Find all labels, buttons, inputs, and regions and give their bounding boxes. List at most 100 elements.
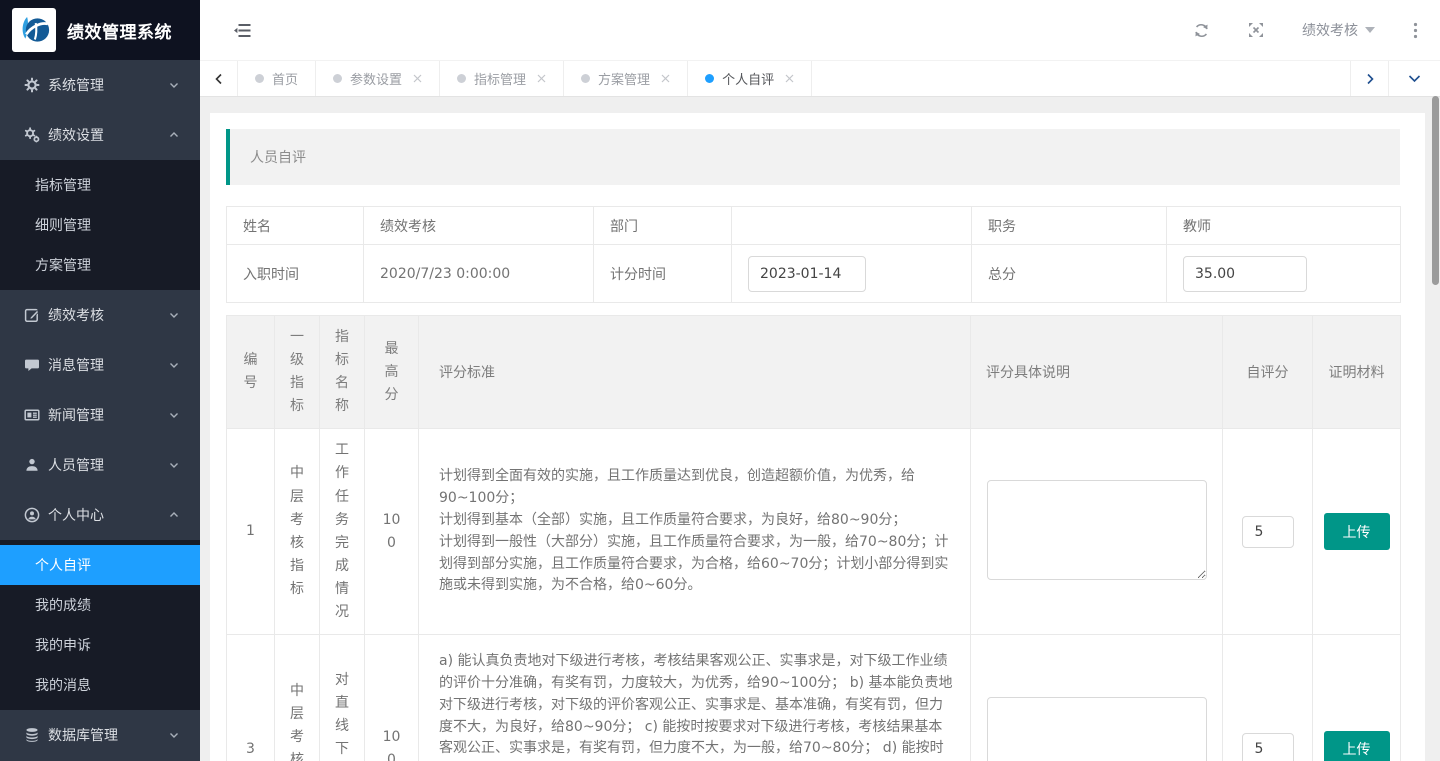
collapse-sidebar-icon[interactable] — [234, 23, 251, 38]
tab-self-evaluation[interactable]: 个人自评 — [688, 61, 812, 96]
user-circle-icon — [23, 507, 40, 524]
close-icon[interactable] — [785, 74, 794, 83]
total-score-label: 总分 — [972, 245, 1167, 303]
sidebar-item-indicator-mgmt[interactable]: 指标管理 — [0, 165, 200, 205]
table-row: 姓名 绩效考核 部门 职务 教师 — [227, 207, 1401, 245]
hire-date-label: 入职时间 — [227, 245, 364, 303]
row-level1: 中层考核指标 — [275, 635, 320, 761]
submenu-perf-settings: 指标管理 细则管理 方案管理 — [0, 160, 200, 290]
sidebar-item-perf-settings[interactable]: 绩效设置 — [0, 110, 200, 160]
gears-icon — [23, 127, 40, 144]
sidebar-item-label: 人员管理 — [48, 455, 168, 475]
sidebar-item-my-messages[interactable]: 我的消息 — [0, 665, 200, 705]
tab-dot-icon — [457, 74, 466, 83]
tabs-menu-icon[interactable] — [1388, 61, 1440, 96]
row-level1: 中层考核指标 — [275, 429, 320, 635]
sidebar-item-rule-mgmt[interactable]: 细则管理 — [0, 205, 200, 245]
chevron-down-icon — [168, 409, 180, 421]
sidebar-item-database-mgmt[interactable]: 数据库管理 — [0, 710, 200, 760]
tab-plan-mgmt[interactable]: 方案管理 — [564, 61, 688, 96]
chevron-down-icon — [168, 309, 180, 321]
vertical-scrollbar[interactable] — [1432, 96, 1439, 285]
tab-label: 指标管理 — [474, 69, 526, 88]
upload-button[interactable]: 上传 — [1324, 513, 1390, 550]
header-level1: 一级指标 — [275, 316, 320, 429]
total-score-input[interactable] — [1183, 256, 1307, 292]
database-icon — [23, 727, 40, 744]
sidebar-item-label: 绩效考核 — [48, 305, 168, 325]
header-id: 编号 — [227, 316, 275, 429]
header-max-score: 最高分 — [365, 316, 419, 429]
comment-icon — [23, 357, 40, 374]
tabbar: 首页 参数设置 指标管理 方案管理 个人自评 — [200, 60, 1440, 97]
edit-icon — [23, 307, 40, 324]
tab-indicator-mgmt[interactable]: 指标管理 — [440, 61, 564, 96]
news-icon — [23, 407, 40, 424]
topbar: 绩效考核 — [200, 0, 1440, 60]
evaluation-table: 编号 一级指标 指标名称 最高分 评分标准 评分具体说明 自评分 证明材料 1 … — [226, 315, 1401, 761]
sidebar-item-label: 数据库管理 — [48, 725, 168, 745]
row-indicator-name: 对直线下级考核 — [320, 635, 365, 761]
table-row: 入职时间 2020/7/23 0:00:00 计分时间 总分 — [227, 245, 1401, 303]
sidebar-item-message-mgmt[interactable]: 消息管理 — [0, 340, 200, 390]
tab-param-settings[interactable]: 参数设置 — [316, 61, 440, 96]
fullscreen-icon[interactable] — [1248, 22, 1264, 38]
row-max-score: 100 — [365, 429, 419, 635]
self-evaluation-card: 人员自评 姓名 绩效考核 部门 职务 教师 入职时间 2020/7/23 0:0… — [210, 113, 1425, 761]
chevron-down-icon — [168, 729, 180, 741]
sidebar-item-label: 绩效设置 — [48, 125, 168, 145]
table-header-row: 编号 一级指标 指标名称 最高分 评分标准 评分具体说明 自评分 证明材料 — [227, 316, 1401, 429]
tabs-scroll-right-icon[interactable] — [1350, 61, 1388, 96]
tabs-scroll-left-icon[interactable] — [200, 61, 238, 96]
self-score-input[interactable] — [1242, 733, 1294, 761]
tab-label: 方案管理 — [598, 69, 650, 88]
close-icon[interactable] — [413, 74, 422, 83]
user-dropdown-label: 绩效考核 — [1302, 20, 1358, 40]
sidebar-item-my-appeals[interactable]: 我的申诉 — [0, 625, 200, 665]
kebab-menu-icon[interactable] — [1413, 22, 1418, 39]
sidebar-item-system[interactable]: 系统管理 — [0, 60, 200, 110]
sidebar-item-news-mgmt[interactable]: 新闻管理 — [0, 390, 200, 440]
sidebar-item-plan-mgmt[interactable]: 方案管理 — [0, 245, 200, 285]
sidebar-item-my-scores[interactable]: 我的成绩 — [0, 585, 200, 625]
chevron-up-icon — [168, 509, 180, 521]
row-self-score-cell — [1223, 429, 1313, 635]
self-score-input[interactable] — [1242, 516, 1294, 548]
panel-header: 人员自评 — [226, 129, 1400, 185]
app-logo-icon — [12, 8, 56, 52]
score-time-input[interactable] — [748, 256, 866, 292]
header-description: 评分具体说明 — [971, 316, 1223, 429]
row-material-cell: 上传 — [1313, 635, 1401, 761]
user-dropdown[interactable]: 绩效考核 — [1302, 20, 1375, 40]
close-icon[interactable] — [537, 74, 546, 83]
name-label: 姓名 — [227, 207, 364, 245]
content-area: 人员自评 姓名 绩效考核 部门 职务 教师 入职时间 2020/7/23 0:0… — [200, 97, 1440, 761]
title-label: 职务 — [972, 207, 1167, 245]
upload-button[interactable]: 上传 — [1324, 731, 1390, 761]
tab-dot-icon — [581, 74, 590, 83]
row-standard: 计划得到全面有效的实施，且工作质量达到优良，创造超额价值，为优秀，给90~100… — [419, 429, 971, 635]
tab-dot-icon — [705, 74, 714, 83]
hire-date-value: 2020/7/23 0:00:00 — [364, 245, 594, 303]
panel-title: 人员自评 — [250, 147, 306, 167]
close-icon[interactable] — [661, 74, 670, 83]
header-material: 证明材料 — [1313, 316, 1401, 429]
description-textarea[interactable] — [987, 697, 1207, 761]
tab-home[interactable]: 首页 — [238, 61, 316, 96]
refresh-icon[interactable] — [1193, 22, 1210, 39]
dept-value — [732, 207, 972, 245]
row-id: 1 — [227, 429, 275, 635]
tab-label: 首页 — [272, 69, 298, 88]
sidebar-item-personal-center[interactable]: 个人中心 — [0, 490, 200, 540]
sidebar-item-self-evaluation[interactable]: 个人自评 — [0, 545, 200, 585]
score-time-label: 计分时间 — [594, 245, 732, 303]
sidebar-item-perf-review[interactable]: 绩效考核 — [0, 290, 200, 340]
sidebar-item-personnel-mgmt[interactable]: 人员管理 — [0, 440, 200, 490]
submenu-personal-center: 个人自评 我的成绩 我的申诉 我的消息 — [0, 540, 200, 710]
sidebar-item-label: 个人中心 — [48, 505, 168, 525]
tab-label: 参数设置 — [350, 69, 402, 88]
app-header: 绩效管理系统 — [0, 0, 200, 60]
description-textarea[interactable] — [987, 480, 1207, 580]
tab-dot-icon — [333, 74, 342, 83]
header-standard: 评分标准 — [419, 316, 971, 429]
